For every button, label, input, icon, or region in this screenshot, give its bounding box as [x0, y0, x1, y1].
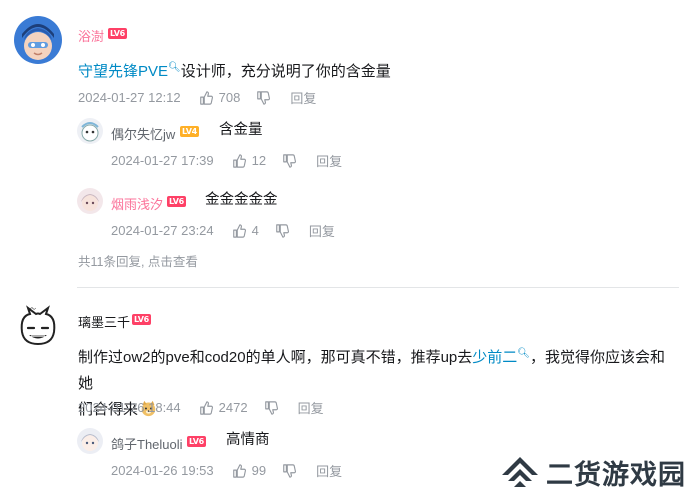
- thumb-down-icon: [264, 400, 278, 415]
- thumb-up-icon: [232, 153, 246, 168]
- thumb-down-icon: [257, 90, 271, 105]
- comment-meta: 2024-01-27 12:12 708 回复: [78, 88, 316, 107]
- timestamp: 2024-01-26 19:53: [111, 463, 214, 478]
- like-count: 12: [251, 153, 267, 168]
- timestamp: 2024-01-27 12:12: [78, 90, 181, 105]
- level-badge: LV6: [187, 436, 206, 447]
- thumb-up-icon: [199, 90, 213, 105]
- reply-meta: 2024-01-26 19:53 99 回复: [111, 461, 342, 480]
- reply-button[interactable]: 回复: [298, 398, 324, 417]
- comment-item: 浴澍 LV6 守望先锋PVE🔍︎设计师，充分说明了你的含金量 2024-01-2…: [0, 0, 693, 290]
- like-button[interactable]: 2472: [199, 400, 248, 415]
- search-link[interactable]: 守望先锋PVE: [78, 63, 168, 80]
- reply-button[interactable]: 回复: [309, 221, 335, 240]
- timestamp: 2024-01-27 17:39: [111, 153, 214, 168]
- like-count: 708: [218, 90, 241, 105]
- thumb-up-icon: [199, 400, 213, 415]
- dislike-button[interactable]: [264, 400, 278, 415]
- like-button[interactable]: 12: [232, 153, 266, 168]
- view-more-replies-link[interactable]: 共11条回复, 点击查看: [78, 251, 198, 270]
- username[interactable]: 烟雨浅汐: [111, 194, 163, 213]
- reply-button[interactable]: 回复: [290, 88, 316, 107]
- avatar[interactable]: [77, 188, 103, 214]
- comment-meta: 2024-01-26 18:44 2472 回复: [78, 398, 324, 417]
- comment-content: 守望先锋PVE🔍︎设计师，充分说明了你的含金量: [78, 55, 391, 85]
- reply-meta: 2024-01-27 23:24 4 回复: [111, 221, 335, 240]
- dislike-button[interactable]: [275, 223, 289, 238]
- like-count: 99: [251, 463, 267, 478]
- comment-divider: [77, 287, 679, 288]
- level-badge: LV4: [180, 126, 199, 137]
- comment-text: 制作过ow2的pve和cod20的单人啊，那可真不错，推荐up去: [78, 349, 473, 366]
- thumb-down-icon: [276, 223, 289, 238]
- username[interactable]: 偶尔失忆jw: [111, 124, 175, 143]
- reply-text: 高情商: [226, 432, 270, 448]
- username[interactable]: 璃墨三千: [78, 312, 130, 331]
- avatar[interactable]: [77, 428, 103, 454]
- reply-meta: 2024-01-27 17:39 12 回复: [111, 151, 342, 170]
- svg-text:～: ～: [30, 306, 36, 313]
- avatar[interactable]: [14, 16, 62, 64]
- search-icon: 🔍︎: [517, 348, 530, 359]
- timestamp: 2024-01-27 23:24: [111, 223, 214, 238]
- avatar[interactable]: ～: [14, 302, 62, 350]
- timestamp: 2024-01-26 18:44: [78, 400, 181, 415]
- search-link[interactable]: 少前二: [472, 349, 517, 366]
- reply-button[interactable]: 回复: [316, 461, 342, 480]
- watermark-text: 二货游戏园: [546, 459, 686, 491]
- thumb-down-icon: [283, 153, 297, 168]
- thumb-up-icon: [232, 463, 246, 478]
- dislike-button[interactable]: [282, 153, 297, 168]
- thumb-down-icon: [283, 463, 297, 478]
- reply-text: 金金金金金: [205, 192, 278, 208]
- reply-button[interactable]: 回复: [316, 151, 342, 170]
- level-badge: LV6: [132, 314, 151, 325]
- dislike-button[interactable]: [256, 90, 271, 105]
- watermark: 二货游戏园: [500, 452, 690, 492]
- search-icon: 🔍︎: [168, 62, 181, 73]
- like-count: 4: [251, 223, 259, 238]
- reply-text: 含金量: [219, 122, 263, 138]
- dislike-button[interactable]: [282, 463, 297, 478]
- level-badge: LV6: [167, 196, 186, 207]
- watermark-logo-icon: [502, 457, 538, 487]
- thumb-up-icon: [232, 223, 246, 238]
- like-count: 2472: [218, 400, 248, 415]
- avatar[interactable]: [77, 118, 103, 144]
- level-badge: LV6: [108, 28, 127, 39]
- username[interactable]: 鸽子Theluoli: [111, 434, 183, 453]
- comment-text: 设计师，充分说明了你的含金量: [180, 63, 391, 80]
- like-button[interactable]: 99: [232, 463, 266, 478]
- like-button[interactable]: 708: [199, 90, 241, 105]
- username[interactable]: 浴澍: [78, 26, 104, 45]
- like-button[interactable]: 4: [232, 223, 259, 238]
